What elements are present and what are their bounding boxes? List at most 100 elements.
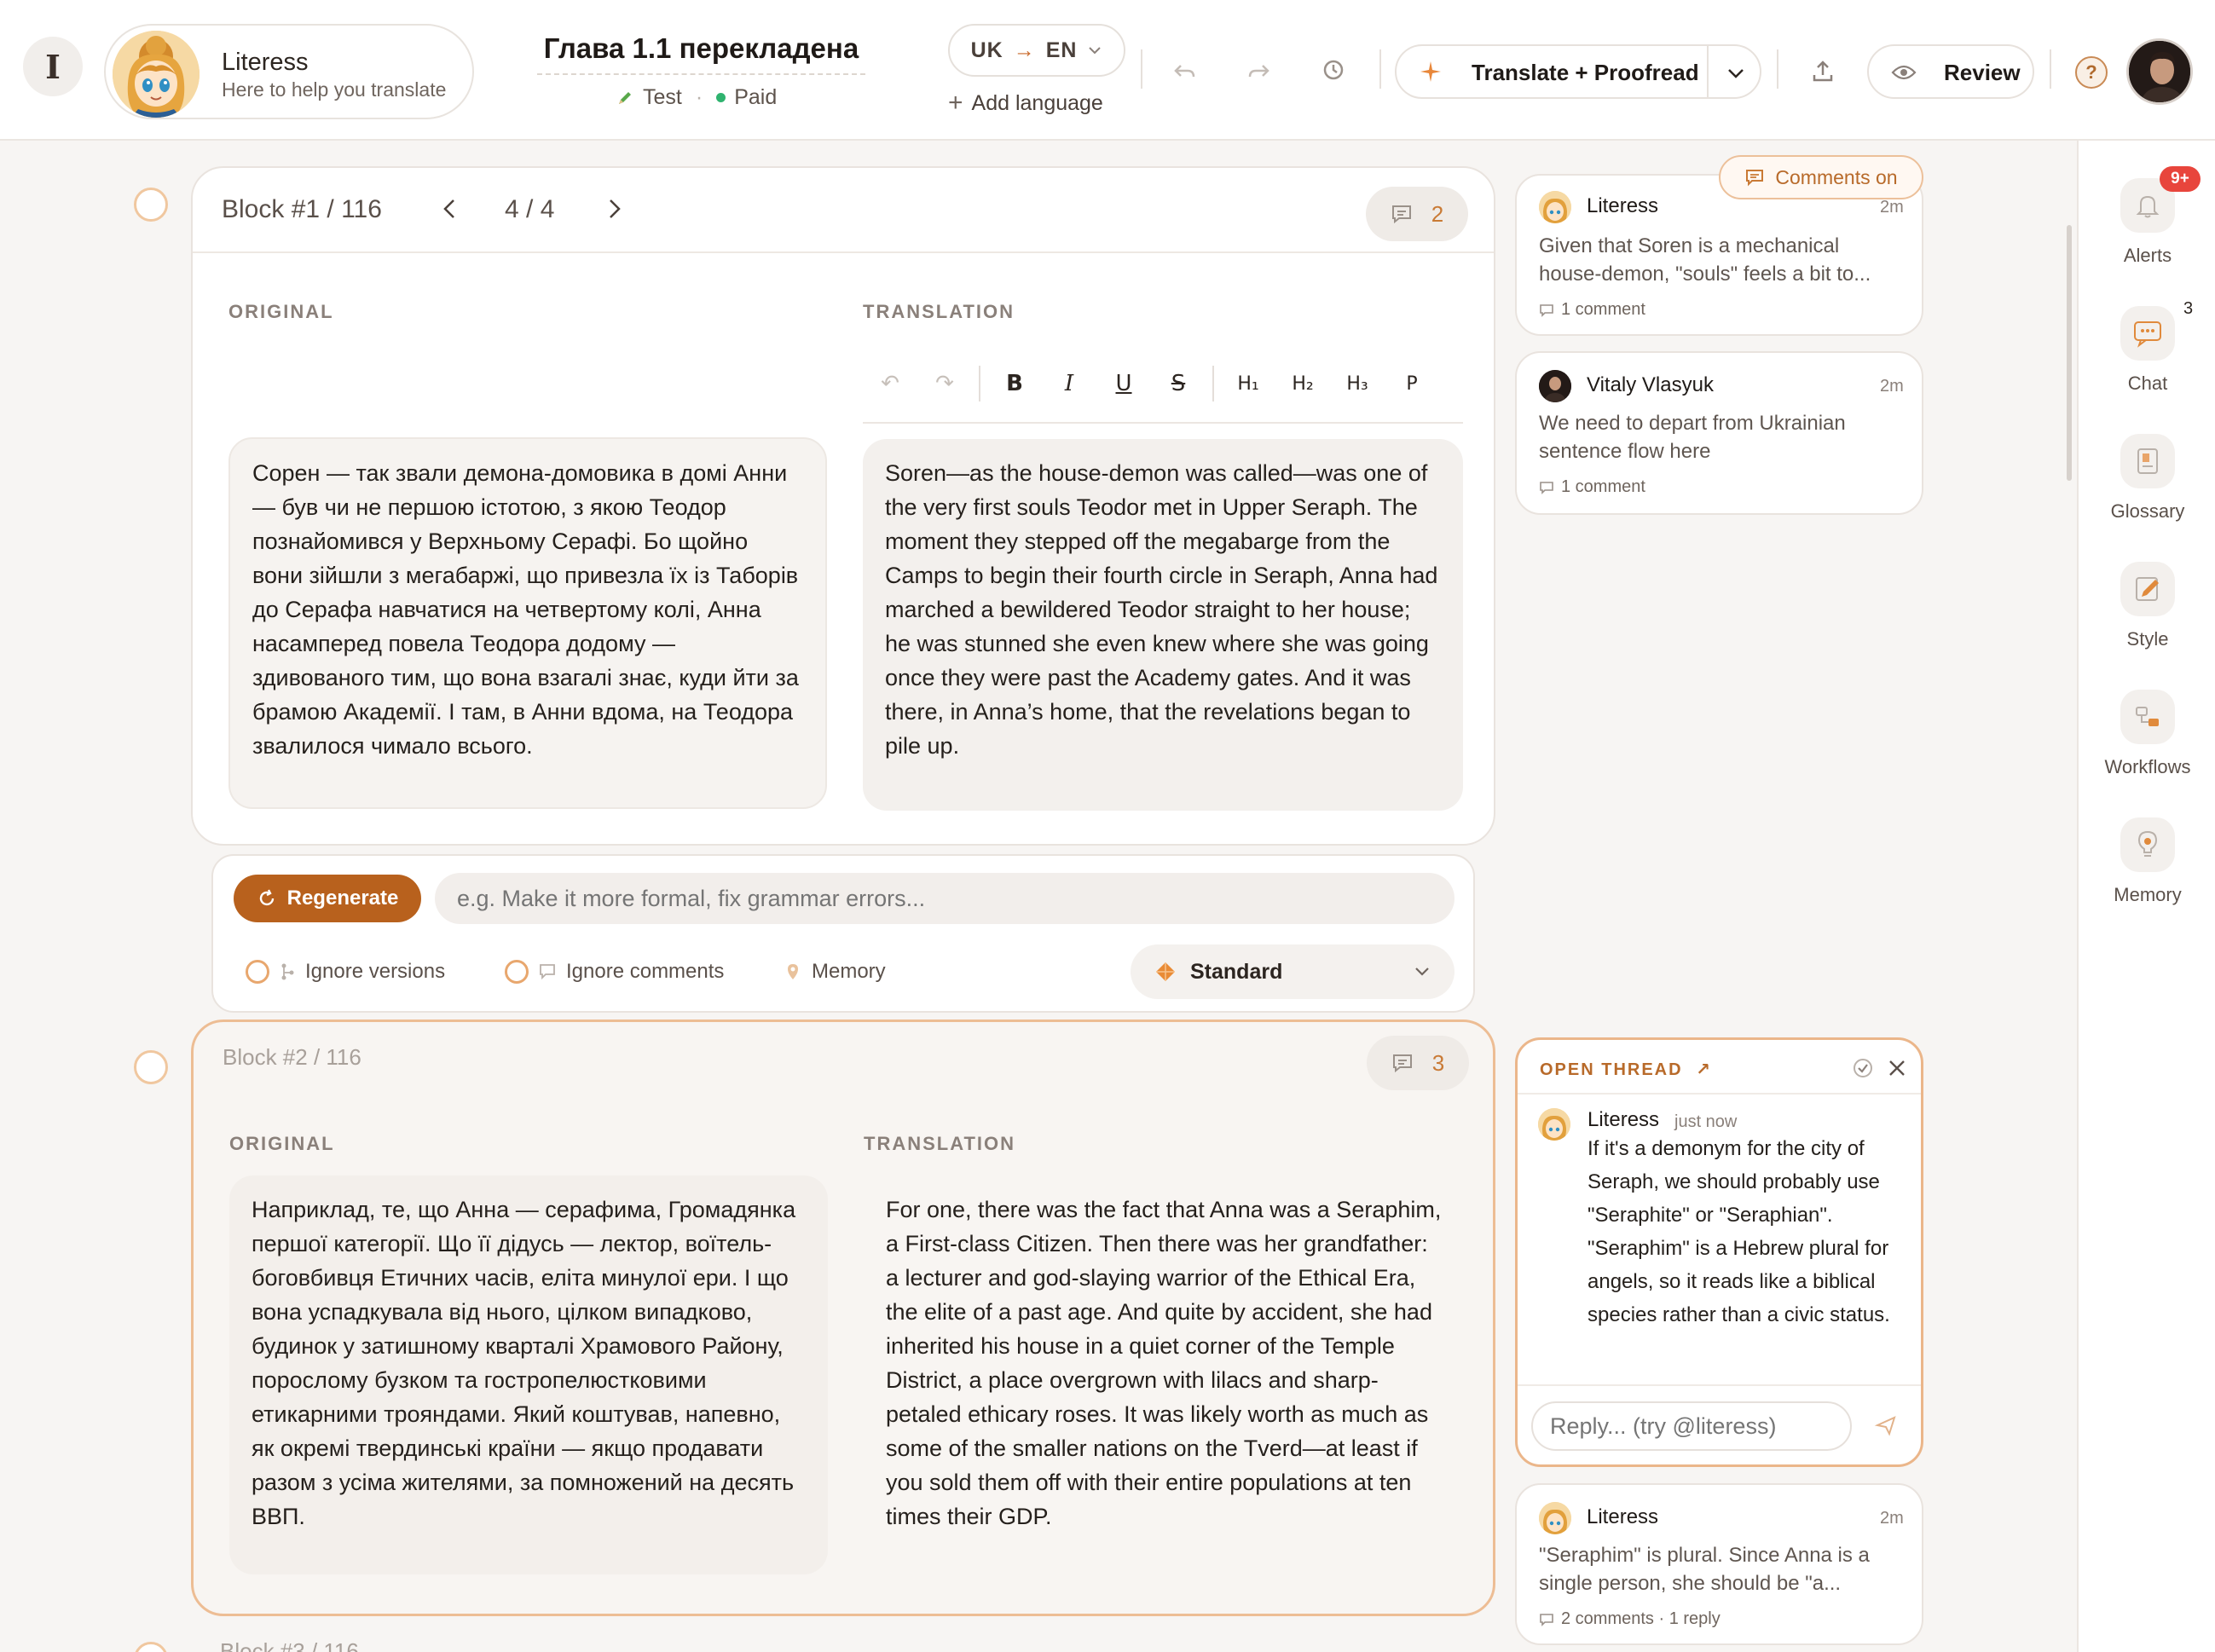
regenerate-button[interactable]: Regenerate — [234, 875, 421, 922]
block-title: Block #1 / 116 — [222, 195, 382, 223]
heading-2-button[interactable]: H₂ — [1275, 373, 1330, 395]
chevron-down-icon[interactable] — [1724, 61, 1748, 85]
regenerate-instruction-input[interactable] — [435, 873, 1454, 924]
rail-glossary[interactable]: Glossary — [2079, 434, 2215, 523]
user-avatar[interactable] — [2126, 38, 2193, 105]
tag-paid[interactable]: Paid — [734, 85, 777, 110]
rail-style[interactable]: Style — [2079, 562, 2215, 650]
ignore-comments-checkbox[interactable] — [505, 960, 529, 984]
target-language: EN — [1045, 38, 1078, 62]
export-icon[interactable] — [1804, 53, 1842, 90]
block-select-radio[interactable] — [134, 1642, 168, 1652]
editor-undo-button[interactable]: ↶ — [863, 371, 917, 396]
pencil-icon — [616, 89, 634, 107]
editor-redo-button[interactable]: ↷ — [917, 371, 972, 396]
tag-separator: · — [695, 85, 703, 109]
ignore-versions-option[interactable]: Ignore versions — [246, 960, 445, 984]
assistant-pill[interactable]: Literess Here to help you translate — [104, 24, 474, 119]
comment-meta-text: 1 comment — [1561, 300, 1645, 319]
comment-meta: 2 comments · 1 reply — [1539, 1609, 1721, 1629]
translate-proofread-button[interactable]: Translate + Proofread — [1395, 44, 1761, 99]
comments-on-toggle[interactable]: Comments on — [1719, 155, 1923, 199]
app-logo-button[interactable]: I — [23, 37, 83, 96]
memory-option[interactable]: Memory — [784, 960, 886, 984]
strikethrough-button[interactable]: S — [1151, 371, 1206, 396]
block-select-radio[interactable] — [134, 188, 168, 222]
rail-workflows-label: Workflows — [2104, 756, 2191, 777]
ignore-versions-checkbox[interactable] — [246, 960, 269, 984]
rail-chat[interactable]: 3 Chat — [2079, 299, 2215, 395]
paragraph-button[interactable]: P — [1385, 373, 1439, 395]
translation-editor[interactable]: Soren—as the house-demon was called—was … — [863, 439, 1463, 811]
block-comments-button[interactable]: 3 — [1367, 1036, 1469, 1090]
redo-icon[interactable] — [1240, 53, 1277, 90]
toolbar-divider — [979, 366, 980, 401]
original-text: Сорен — так звали демона-домовика в домі… — [228, 437, 827, 809]
ignore-comments-option[interactable]: Ignore comments — [505, 960, 724, 984]
undo-icon[interactable] — [1166, 53, 1204, 90]
close-icon[interactable] — [1886, 1057, 1908, 1079]
thread-message: If it's a demonym for the city of Seraph… — [1588, 1137, 1890, 1326]
resolve-check-icon[interactable] — [1852, 1057, 1874, 1079]
rail-memory[interactable]: Memory — [2079, 817, 2215, 906]
commenter-avatar — [1539, 370, 1571, 402]
block-card-2: Block #2 / 116 3 ORIGINAL TRANSLATION На… — [191, 1020, 1495, 1616]
thread-reply-input[interactable] — [1531, 1401, 1852, 1451]
comment-card[interactable]: Literess 2m "Seraphim" is plural. Since … — [1515, 1483, 1923, 1645]
alerts-badge: 9+ — [2160, 166, 2201, 192]
rail-alerts-label: Alerts — [2123, 245, 2172, 266]
book-icon — [2120, 434, 2175, 488]
open-thread-label[interactable]: OPEN THREAD ↗ — [1540, 1059, 1712, 1080]
refresh-icon — [257, 888, 277, 909]
comment-meta-text: 1 comment — [1561, 477, 1645, 496]
thread-time: just now — [1674, 1112, 1738, 1131]
external-link-icon: ↗ — [1696, 1060, 1712, 1079]
diamond-icon — [1154, 961, 1177, 983]
block-select-radio[interactable] — [134, 1050, 168, 1084]
lightbulb-icon — [2120, 817, 2175, 872]
scrollbar-thumb[interactable] — [2067, 225, 2072, 481]
document-title[interactable]: Глава 1.1 перекладена — [537, 32, 865, 75]
comment-count: 3 — [1431, 1049, 1445, 1076]
help-icon[interactable]: ? — [2075, 56, 2108, 89]
history-icon[interactable] — [1315, 51, 1352, 89]
rail-memory-label: Memory — [2114, 884, 2182, 905]
toolbar-divider — [1777, 49, 1778, 89]
review-button[interactable]: Review — [1867, 44, 2034, 99]
translation-label: TRANSLATION — [864, 1133, 1016, 1154]
heading-3-button[interactable]: H₃ — [1330, 373, 1385, 395]
italic-button[interactable]: I — [1042, 371, 1096, 396]
language-selector[interactable]: UK → EN — [948, 24, 1125, 77]
toolbar-divider — [1141, 49, 1142, 89]
comment-icon — [1391, 1053, 1414, 1073]
thread-divider — [1518, 1093, 1921, 1095]
translate-proofread-label: Translate + Proofread — [1472, 60, 1699, 85]
branch-icon — [280, 962, 295, 981]
comment-count: 2 — [1431, 200, 1444, 227]
quality-mode-select[interactable]: Standard — [1131, 944, 1454, 999]
version-pager: 4 / 4 — [505, 195, 555, 223]
review-label: Review — [1944, 60, 2021, 85]
chevron-down-icon — [1087, 43, 1102, 58]
heading-1-button[interactable]: H₁ — [1221, 373, 1275, 395]
comment-card[interactable]: Vitaly Vlasyuk 2m We need to depart from… — [1515, 351, 1923, 515]
comments-on-label: Comments on — [1775, 165, 1898, 188]
chevron-left-icon[interactable] — [440, 192, 460, 226]
block-header-divider — [193, 251, 1494, 253]
plus-icon: + — [948, 89, 963, 117]
rail-workflows[interactable]: Workflows — [2079, 690, 2215, 778]
block-comments-button[interactable]: 2 — [1366, 187, 1468, 241]
rail-alerts[interactable]: 9+ Alerts — [2079, 166, 2215, 267]
translation-editor[interactable]: For one, there was the fact that Anna wa… — [864, 1175, 1464, 1574]
comment-icon — [1539, 1613, 1554, 1626]
chevron-right-icon[interactable] — [604, 192, 624, 226]
comment-icon — [1539, 481, 1554, 494]
send-icon[interactable] — [1874, 1413, 1898, 1437]
ignore-comments-label: Ignore comments — [566, 960, 725, 983]
add-language-button[interactable]: + Add language — [948, 89, 1103, 118]
bold-button[interactable]: B — [987, 371, 1042, 396]
comment-author: Literess — [1587, 194, 1659, 217]
rail-glossary-label: Glossary — [2110, 500, 2185, 522]
tag-test[interactable]: Test — [643, 85, 682, 110]
underline-button[interactable]: U — [1096, 371, 1151, 396]
